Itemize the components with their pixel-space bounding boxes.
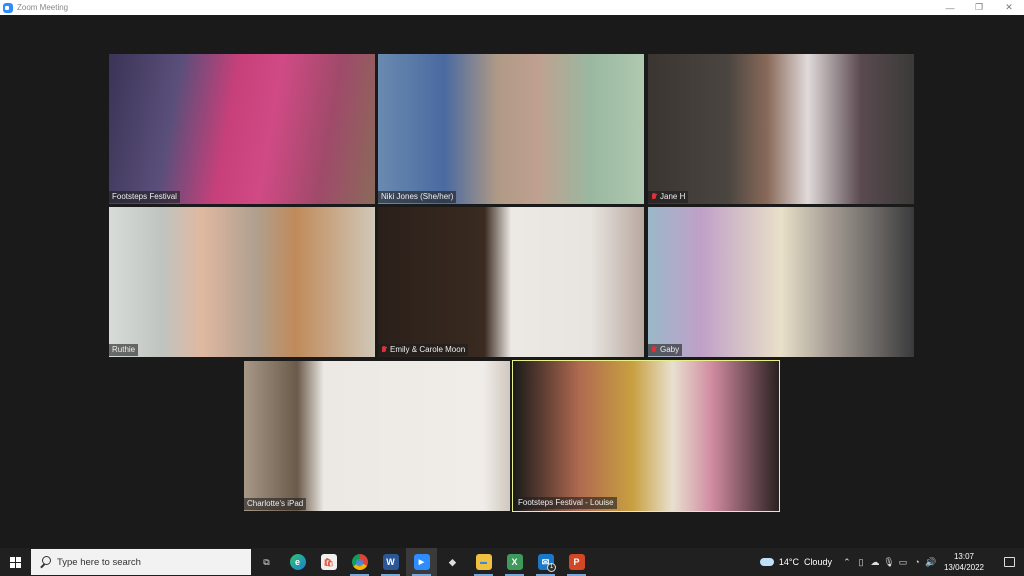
muted-mic-icon: [651, 193, 657, 201]
taskbar-clock[interactable]: 13:07 13/04/2022: [944, 551, 984, 573]
participant-name: Emily & Carole Moon: [390, 345, 466, 354]
mail-unread-badge: 1: [547, 563, 556, 572]
participant-name: Ruthie: [112, 345, 136, 354]
gallery-view: Footsteps Festival Niki Jones (She/her) …: [0, 15, 1024, 548]
participant-name: Footsteps Festival - Louise: [518, 498, 614, 507]
clock-time: 13:07: [953, 552, 974, 561]
video-tile[interactable]: Charlotte's iPad: [244, 361, 510, 511]
participant-name-label: Jane H: [648, 191, 689, 203]
participant-name: Charlotte's iPad: [247, 499, 304, 508]
windows-taskbar: Type here to search ⧉ e 🛍 ◉ W ▶ ◆ ▬ X ✉ 1…: [0, 548, 1024, 576]
muted-mic-icon: [381, 346, 387, 354]
participant-video: [513, 361, 779, 511]
participant-name: Gaby: [660, 345, 680, 354]
show-hidden-icons-chevron-icon[interactable]: ⌃: [840, 557, 854, 568]
close-button[interactable]: ✕: [994, 0, 1024, 15]
store-icon: 🛍: [320, 554, 337, 570]
window-title: Zoom Meeting: [17, 3, 69, 12]
word-icon: W: [382, 554, 399, 570]
weather-temperature: 14°C: [778, 557, 799, 567]
participant-video: [109, 207, 375, 357]
search-icon: [39, 556, 51, 568]
volume-icon[interactable]: 🔊: [924, 557, 938, 568]
word-button[interactable]: W: [375, 548, 406, 576]
participant-name: Footsteps Festival: [112, 192, 177, 201]
zoom-button[interactable]: ▶: [406, 548, 437, 576]
file-explorer-button[interactable]: ▬: [468, 548, 499, 576]
onedrive-cloud-icon[interactable]: ☁: [868, 557, 882, 568]
notification-center-button[interactable]: [994, 557, 1024, 567]
window-titlebar: Zoom Meeting — ❐ ✕: [0, 0, 1024, 15]
participant-video: [378, 54, 644, 204]
video-tile[interactable]: Ruthie: [109, 207, 375, 357]
participant-video: [244, 361, 510, 511]
participant-video: [648, 54, 914, 204]
search-placeholder: Type here to search: [57, 556, 141, 568]
restore-button[interactable]: ❐: [964, 0, 994, 15]
microphone-icon[interactable]: 🎙: [882, 557, 896, 568]
weather-widget[interactable]: 14°C Cloudy: [759, 557, 832, 567]
zoom-app-icon: [3, 2, 13, 13]
notification-icon: [1003, 557, 1015, 567]
mail-button[interactable]: ✉ 1: [530, 548, 561, 576]
clock-date: 13/04/2022: [943, 563, 984, 572]
video-tile[interactable]: Gaby: [648, 207, 914, 357]
video-tile-active-speaker[interactable]: Footsteps Festival - Louise: [512, 360, 780, 512]
chrome-button[interactable]: ◉: [344, 548, 375, 576]
participant-name: Jane H: [660, 192, 686, 201]
task-view-icon: ⧉: [263, 556, 270, 567]
participant-video: [378, 207, 644, 357]
start-button[interactable]: [0, 548, 30, 576]
participant-video: [109, 54, 375, 204]
participant-name-label: Footsteps Festival: [109, 191, 180, 203]
video-tile[interactable]: Niki Jones (She/her): [378, 54, 644, 204]
wifi-icon[interactable]: ◔: [910, 557, 924, 567]
cloud-icon: [759, 558, 774, 566]
windows-logo-icon: [9, 556, 21, 568]
task-view-button[interactable]: ⧉: [251, 548, 282, 576]
participant-name-label: Gaby: [648, 344, 683, 356]
system-tray: 14°C Cloudy ⌃ ▯ ☁ 🎙 ▭ ◔ 🔊 13:07 13/04/20…: [759, 548, 1024, 576]
participant-name-label: Footsteps Festival - Louise: [515, 497, 617, 509]
muted-mic-icon: [651, 346, 657, 354]
video-tile[interactable]: Footsteps Festival: [109, 54, 375, 204]
video-tile[interactable]: Jane H: [648, 54, 914, 204]
edge-icon: e: [289, 554, 306, 570]
inkscape-icon: ◆: [449, 556, 456, 567]
store-button[interactable]: 🛍: [313, 548, 344, 576]
participant-name: Niki Jones (She/her): [381, 192, 454, 201]
meet-now-icon[interactable]: ▯: [854, 557, 868, 568]
participant-name-label: Emily & Carole Moon: [378, 344, 469, 356]
weather-condition: Cloudy: [803, 557, 832, 567]
excel-button[interactable]: X: [499, 548, 530, 576]
powerpoint-button[interactable]: P: [561, 548, 592, 576]
participant-name-label: Ruthie: [109, 344, 139, 356]
edge-button[interactable]: e: [282, 548, 313, 576]
participant-name-label: Niki Jones (She/her): [378, 191, 457, 203]
battery-icon[interactable]: ▭: [896, 557, 910, 568]
video-tile[interactable]: Emily & Carole Moon: [378, 207, 644, 357]
powerpoint-icon: P: [568, 554, 585, 570]
minimize-button[interactable]: —: [935, 0, 965, 15]
excel-icon: X: [506, 554, 523, 570]
folder-icon: ▬: [475, 554, 492, 570]
participant-name-label: Charlotte's iPad: [244, 498, 307, 510]
participant-video: [648, 207, 914, 357]
inkscape-button[interactable]: ◆: [437, 548, 468, 576]
taskbar-search-box[interactable]: Type here to search: [31, 549, 251, 575]
chrome-icon: ◉: [351, 554, 368, 570]
zoom-icon: ▶: [413, 554, 430, 570]
